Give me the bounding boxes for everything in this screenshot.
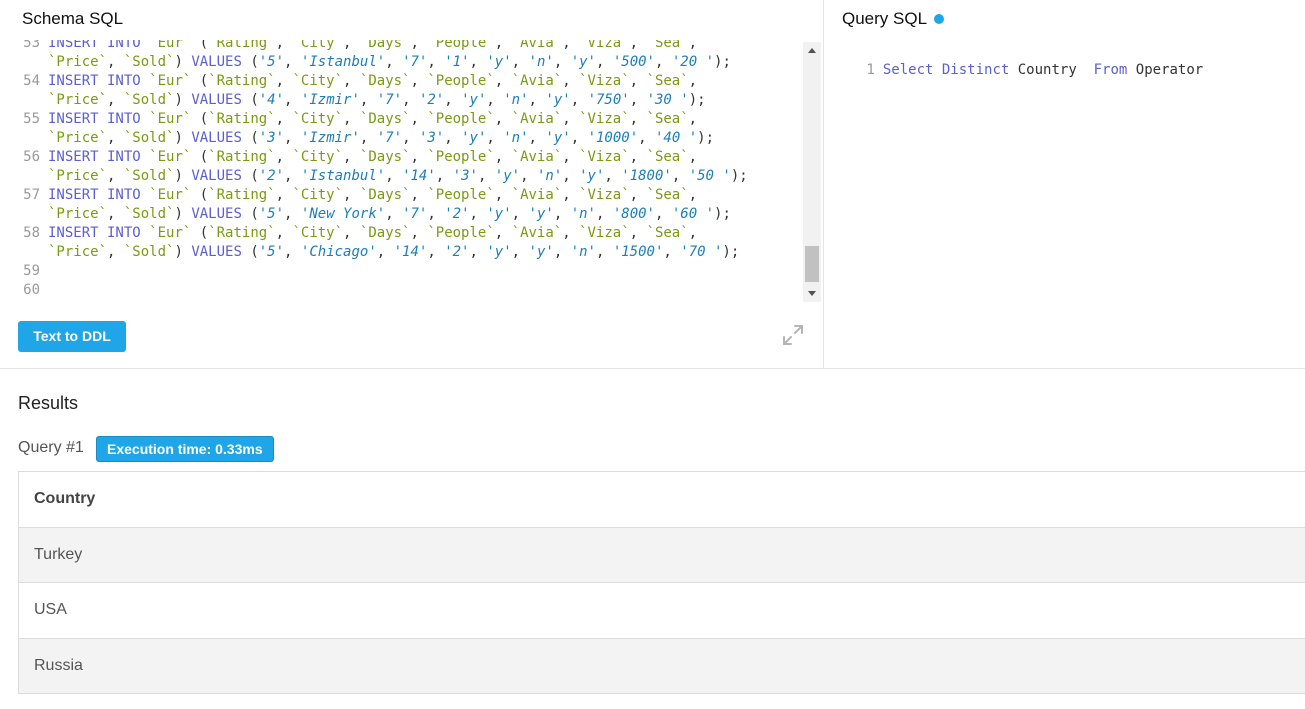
- schema-editor[interactable]: 53 INSERT INTO `Eur` (`Rating`, `City`, `…: [18, 40, 801, 302]
- scroll-down-button[interactable]: [803, 285, 821, 302]
- line-number: 57: [23, 187, 40, 203]
- results-divider: [0, 368, 1305, 369]
- query-sql-header: Query SQL: [842, 9, 945, 29]
- text-to-ddl-button[interactable]: Text to DDL: [18, 321, 126, 352]
- code-text: `Price`, `Sold`) VALUES ('5', 'Istanbul'…: [48, 54, 731, 70]
- code-text: `Price`, `Sold`) VALUES ('5', 'New York'…: [48, 206, 731, 222]
- query-column: Country: [1017, 62, 1077, 78]
- column-header-country: Country: [34, 490, 96, 508]
- results-table: Country Turkey USA Russia: [18, 471, 1305, 694]
- scroll-thumb[interactable]: [805, 246, 819, 282]
- panel-divider: [823, 0, 824, 368]
- query-editor[interactable]: 1 Select Distinct Country From Operator: [846, 46, 1203, 78]
- status-dot-icon: [934, 14, 945, 24]
- results-title: Results: [18, 393, 79, 413]
- line-number: 59: [23, 263, 40, 279]
- code-text: `Price`, `Sold`) VALUES ('5', 'Chicago',…: [48, 244, 740, 260]
- query-label: Query #1: [18, 439, 84, 456]
- code-text: INSERT INTO `Eur` (`Rating`, `City`, `Da…: [48, 73, 698, 89]
- kw-distinct: Distinct: [941, 62, 1010, 78]
- table-cell: USA: [34, 601, 67, 619]
- line-number: 55: [23, 111, 40, 127]
- table-row: Russia: [19, 638, 1305, 694]
- table-cell: Turkey: [34, 545, 83, 563]
- schema-sql-title: Schema SQL: [22, 9, 124, 28]
- table-row: Turkey: [19, 527, 1305, 583]
- kw-select: Select: [882, 62, 934, 78]
- caret-up-icon: [808, 48, 816, 53]
- line-number: 53: [23, 40, 40, 51]
- kw-from: From: [1093, 62, 1128, 78]
- execution-time-badge: Execution time: 0.33ms: [96, 436, 274, 462]
- line-number: 58: [23, 225, 40, 241]
- query-sql-title: Query SQL: [842, 9, 928, 28]
- code-text: INSERT INTO `Eur` (`Rating`, `City`, `Da…: [48, 111, 698, 127]
- code-text: `Price`, `Sold`) VALUES ('4', 'Izmir', '…: [48, 92, 706, 108]
- table-header: Country: [19, 472, 1305, 528]
- caret-down-icon: [808, 291, 816, 296]
- scroll-up-button[interactable]: [803, 42, 821, 59]
- code-text: INSERT INTO `Eur` (`Rating`, `City`, `Da…: [48, 225, 698, 241]
- code-text: INSERT INTO `Eur` (`Rating`, `City`, `Da…: [48, 149, 698, 165]
- query-table: Operator: [1135, 62, 1204, 78]
- line-number: 60: [23, 282, 40, 298]
- code-text: `Price`, `Sold`) VALUES ('3', 'Izmir', '…: [48, 130, 715, 146]
- query-line-number: 1: [866, 62, 875, 78]
- code-text: `Price`, `Sold`) VALUES ('2', 'Istanbul'…: [48, 168, 748, 184]
- table-row: USA: [19, 583, 1305, 639]
- line-number: 54: [23, 73, 40, 89]
- expand-arrows-icon[interactable]: [780, 322, 806, 348]
- line-number: 56: [23, 149, 40, 165]
- code-text: INSERT INTO `Eur` (`Rating`, `City`, `Da…: [48, 40, 698, 51]
- code-text: INSERT INTO `Eur` (`Rating`, `City`, `Da…: [48, 187, 698, 203]
- table-cell: Russia: [34, 656, 83, 674]
- schema-editor-scrollbar[interactable]: [803, 42, 821, 302]
